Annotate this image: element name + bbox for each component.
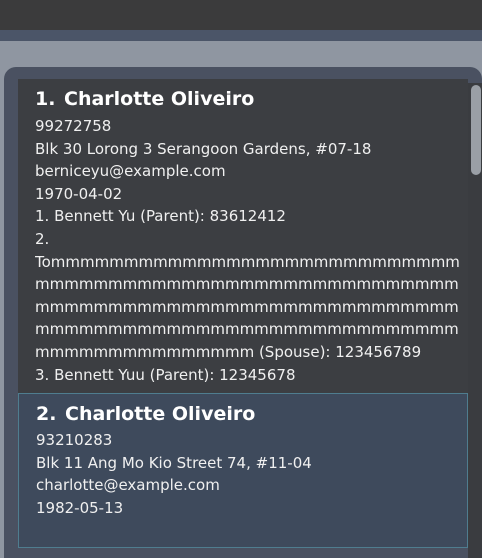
scrollbar-thumb[interactable]: [471, 85, 481, 175]
header-strip: [0, 30, 482, 41]
emergency-contact: 3. Bennett Yuu (Parent): 12345678: [35, 365, 296, 384]
emergency-contact: 2.: [35, 230, 50, 248]
person-email: berniceyu@example.com: [35, 162, 226, 181]
person-card[interactable]: 1. Charlotte Oliveiro 99272758 Blk 30 Lor…: [18, 79, 468, 393]
person-address: Blk 30 Lorong 3 Serangoon Gardens, #07-1…: [35, 139, 372, 158]
menu-bar: [0, 0, 482, 30]
person-name: Charlotte Oliveiro: [65, 403, 256, 425]
person-phone: 99272758: [35, 117, 112, 135]
person-address: Blk 11 Ang Mo Kio Street 74, #11-04: [36, 453, 312, 472]
person-name: Charlotte Oliveiro: [64, 88, 255, 110]
emergency-contact: Tommmmmmmmmmmmmmmmmmmmmmmmmmmmmmmmmmmmmm…: [35, 252, 460, 361]
background-band: [0, 41, 482, 70]
person-card[interactable]: 2. Charlotte Oliveiro 93210283 Blk 11 Ang…: [18, 393, 468, 548]
person-index: 2.: [36, 403, 57, 425]
person-birthday: 1970-04-02: [35, 184, 123, 203]
person-phone: 93210283: [36, 431, 113, 449]
person-card-title: 2. Charlotte Oliveiro: [36, 402, 255, 426]
person-list-panel: 1. Charlotte Oliveiro 99272758 Blk 30 Lor…: [4, 67, 482, 558]
emergency-contact: 1. Bennett Yu (Parent): 83612412: [35, 207, 286, 226]
person-card-title: 1. Charlotte Oliveiro: [35, 87, 254, 111]
person-email: charlotte@example.com: [36, 476, 220, 495]
person-list: 1. Charlotte Oliveiro 99272758 Blk 30 Lor…: [18, 79, 468, 558]
person-birthday: 1982-05-13: [36, 498, 124, 517]
person-index: 1.: [35, 88, 56, 110]
